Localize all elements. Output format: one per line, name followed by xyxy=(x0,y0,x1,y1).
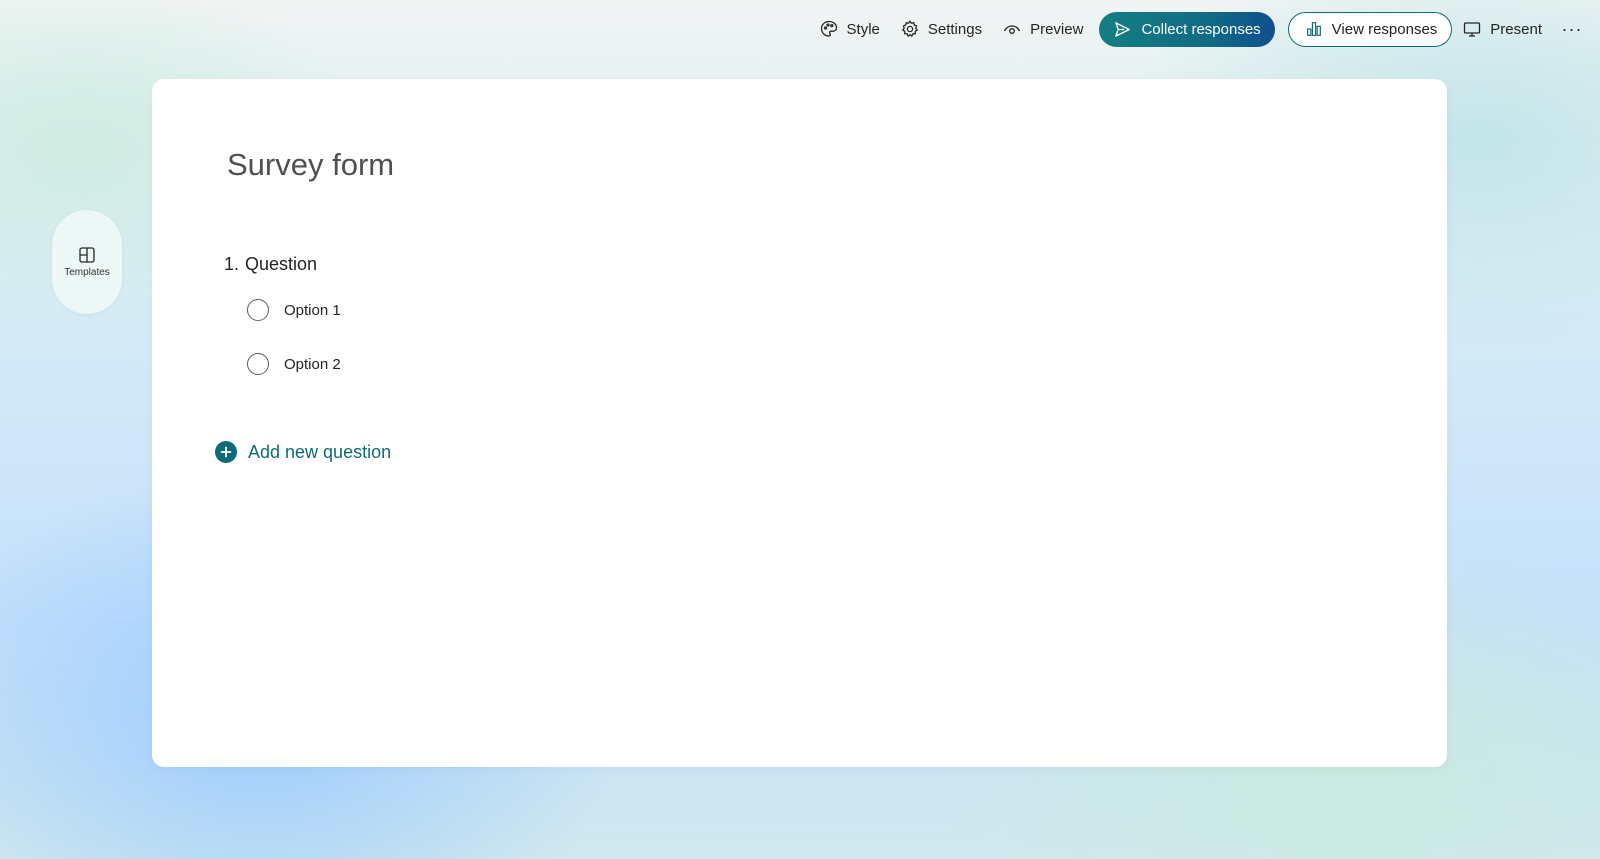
radio-button[interactable] xyxy=(247,299,269,321)
style-label: Style xyxy=(846,20,880,38)
bar-chart-icon xyxy=(1306,22,1321,36)
settings-label: Settings xyxy=(927,20,983,38)
question-text: Question xyxy=(245,254,318,274)
preview-button[interactable]: Preview xyxy=(992,11,1093,47)
option-2[interactable]: Option 2 xyxy=(247,353,341,375)
eye-icon xyxy=(1003,25,1021,34)
option-label: Option 1 xyxy=(284,301,341,319)
layout-grid-icon xyxy=(79,247,95,263)
plus-icon xyxy=(215,441,237,463)
collect-responses-button[interactable]: Collect responses xyxy=(1099,11,1275,47)
monitor-icon xyxy=(1464,22,1481,37)
more-icon: ··· xyxy=(1561,18,1583,39)
style-button[interactable]: Style xyxy=(809,11,890,47)
more-options-button[interactable]: ··· xyxy=(1552,11,1592,47)
view-responses-button[interactable]: View responses xyxy=(1287,11,1453,47)
templates-label: Templates xyxy=(64,267,110,278)
option-1[interactable]: Option 1 xyxy=(247,299,341,321)
gear-icon xyxy=(901,20,919,37)
view-responses-label: View responses xyxy=(1331,20,1438,38)
radio-button[interactable] xyxy=(247,353,269,375)
form-title[interactable]: Survey form xyxy=(227,147,394,183)
palette-icon xyxy=(820,20,837,37)
preview-label: Preview xyxy=(1030,20,1084,38)
question-number: 1. xyxy=(224,254,240,274)
question-title[interactable]: 1. Question xyxy=(224,254,317,275)
send-icon xyxy=(1115,21,1131,37)
collect-responses-label: Collect responses xyxy=(1141,20,1261,38)
add-new-question-button[interactable]: Add new question xyxy=(215,441,391,463)
form-card: Survey form 1. Question Option 1 Option 2… xyxy=(152,79,1447,767)
add-new-question-label: Add new question xyxy=(248,441,392,462)
option-label: Option 2 xyxy=(284,355,341,373)
present-button[interactable]: Present xyxy=(1452,11,1552,47)
present-label: Present xyxy=(1490,20,1542,38)
top-toolbar: Style Settings Preview Collect responses… xyxy=(809,10,1600,48)
templates-button[interactable]: Templates xyxy=(52,210,122,314)
settings-button[interactable]: Settings xyxy=(890,11,992,47)
